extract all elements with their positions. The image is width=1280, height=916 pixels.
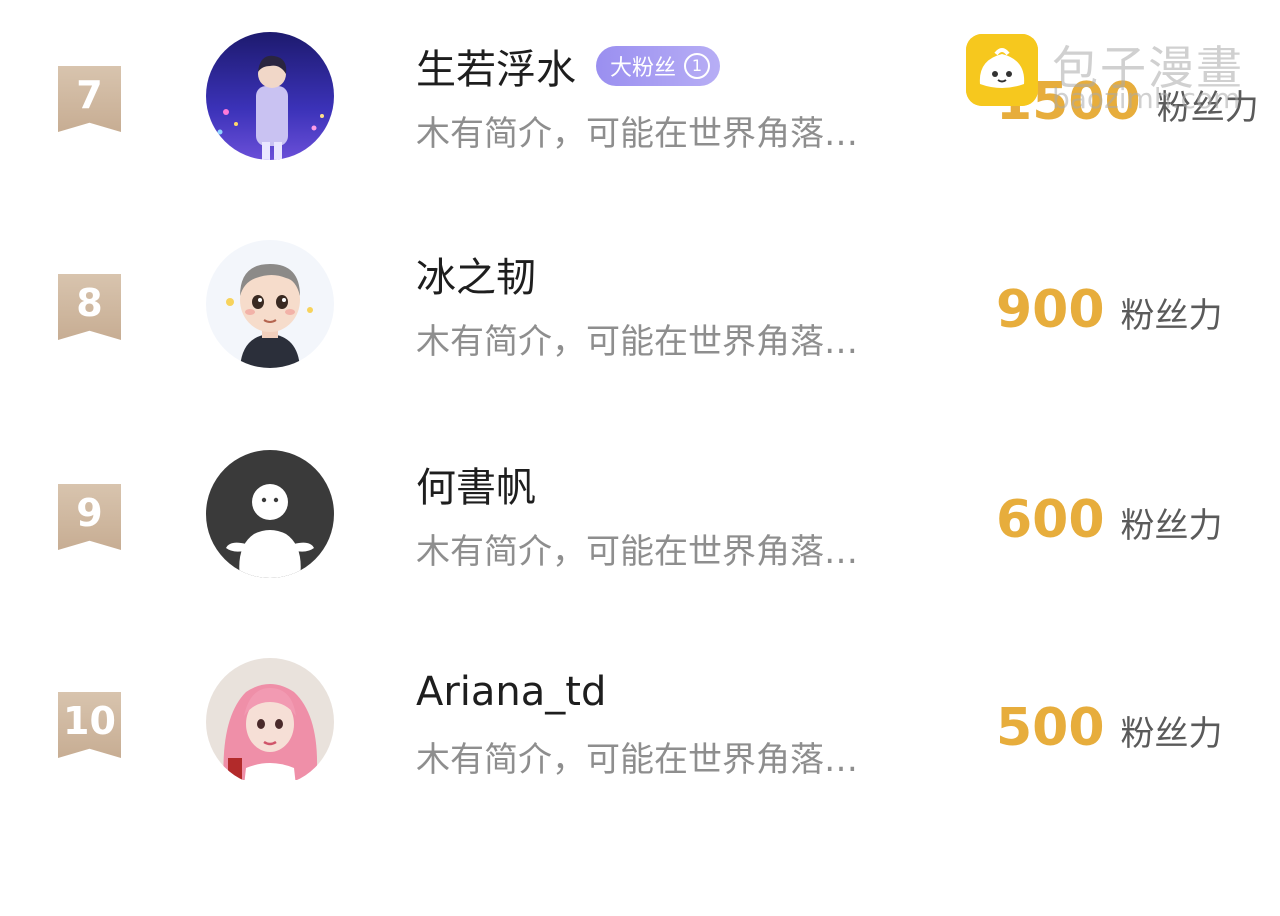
rank-number: 7 <box>76 73 103 117</box>
rank-number: 9 <box>76 491 103 535</box>
watermark-url: baozimh.com <box>1052 82 1241 115</box>
fan-level-badge: 大粉丝 1 <box>596 46 721 86</box>
score-unit: 粉丝力 <box>1120 296 1223 336</box>
fan-score: 600 粉丝力 <box>996 490 1223 550</box>
rank-badge: 8 <box>58 274 121 340</box>
score-value: 500 <box>996 698 1105 758</box>
score-value: 600 <box>996 490 1105 550</box>
user-bio: 木有简介，可能在世界角落… <box>416 740 858 780</box>
user-name[interactable]: 何書帆 <box>416 455 536 513</box>
name-line: Ariana_td <box>416 664 606 720</box>
bottom-blank-area <box>0 780 1280 916</box>
night-city-boy-avatar-icon <box>206 32 334 160</box>
user-bio: 木有简介，可能在世界角落… <box>416 532 858 572</box>
default-ghost-avatar-icon <box>206 450 334 578</box>
user-bio: 木有简介，可能在世界角落… <box>416 114 858 154</box>
fan-badge-level: 1 <box>684 53 711 79</box>
name-line: 生若浮水 大粉丝 1 <box>416 37 721 95</box>
rank-badge: 10 <box>58 692 121 758</box>
ranking-row[interactable]: 9 何書帆 木有简介，可能在世界角落… 600 粉丝力 <box>0 450 1280 610</box>
user-name[interactable]: Ariana_td <box>416 669 606 715</box>
name-line: 冰之韧 <box>416 246 536 302</box>
user-name[interactable]: 冰之韧 <box>416 245 536 303</box>
name-line: 何書帆 <box>416 456 536 512</box>
avatar[interactable] <box>206 240 334 368</box>
avatar[interactable] <box>206 450 334 578</box>
score-value: 900 <box>996 280 1105 340</box>
user-bio: 木有简介，可能在世界角落… <box>416 322 858 362</box>
rank-number: 10 <box>63 699 116 743</box>
bun-logo-icon <box>966 34 1038 106</box>
cartoon-man-avatar-icon <box>206 240 334 368</box>
avatar[interactable] <box>206 658 334 786</box>
rank-badge: 7 <box>58 66 121 132</box>
ranking-row[interactable]: 8 冰之韧 木有简介，可能在世界角落… 900 粉丝力 <box>0 240 1280 400</box>
fan-badge-label: 大粉丝 <box>610 56 677 81</box>
fan-score: 900 粉丝力 <box>996 280 1223 340</box>
rank-number: 8 <box>76 281 103 325</box>
avatar[interactable] <box>206 32 334 160</box>
rank-badge: 9 <box>58 484 121 550</box>
score-unit: 粉丝力 <box>1120 714 1223 754</box>
score-unit: 粉丝力 <box>1120 506 1223 546</box>
watermark: 包子漫畫 baozimh.com <box>966 34 1266 118</box>
user-name[interactable]: 生若浮水 <box>416 37 576 95</box>
fan-score: 500 粉丝力 <box>996 698 1223 758</box>
pink-hair-girl-avatar-icon <box>206 658 334 786</box>
